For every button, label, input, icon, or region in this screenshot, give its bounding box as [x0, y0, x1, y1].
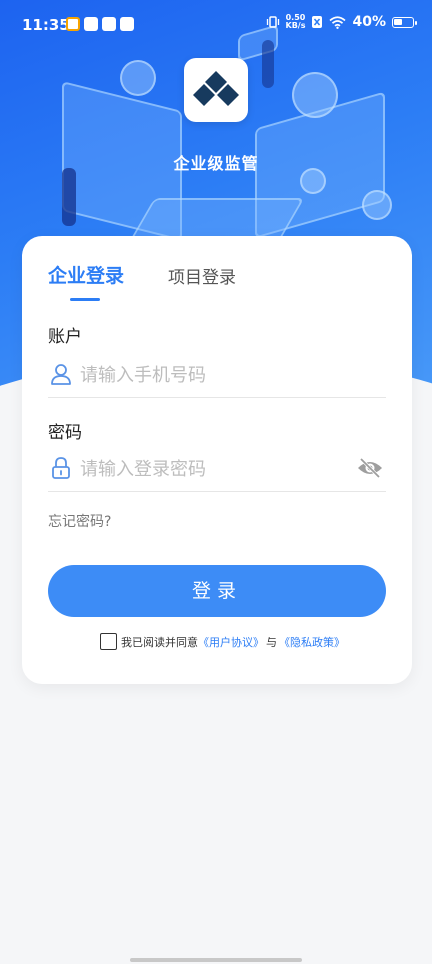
- battery-icon: [392, 16, 417, 28]
- decor-bubble-3: [362, 190, 392, 220]
- weibo-icon: [66, 17, 80, 31]
- decor-bubble-2: [292, 72, 338, 118]
- app-notification-icon: [84, 17, 98, 31]
- no-sim-icon: [312, 16, 323, 28]
- agreement-row: 我已阅读并同意 《用户协议》 与 《隐私政策》: [100, 633, 345, 650]
- mail-icon: [120, 17, 134, 31]
- privacy-policy-link[interactable]: 《隐私政策》: [279, 634, 345, 650]
- active-tab-indicator: [70, 298, 100, 301]
- app-name: 企业级监管: [173, 154, 259, 173]
- battery-level: 40%: [352, 14, 386, 30]
- vibrate-icon: [266, 16, 279, 28]
- lock-icon: [52, 457, 70, 479]
- decor-bubble-1: [120, 60, 156, 96]
- user-agreement-link[interactable]: 《用户协议》: [198, 634, 264, 650]
- camera-app-icon: [102, 17, 116, 31]
- eye-off-icon[interactable]: [356, 456, 384, 480]
- tab-project-login[interactable]: 项目登录: [168, 263, 236, 288]
- status-notification-icons: [66, 17, 134, 31]
- tab-enterprise-login[interactable]: 企业登录: [48, 261, 124, 288]
- login-card: 企业登录 项目登录 账户 密码 忘记密码? 登录 我已阅读并同意 《用户协议: [22, 236, 412, 684]
- status-indicators: 0.50 KB/s 40%: [266, 14, 417, 30]
- net-speed-unit: KB/s: [285, 21, 306, 30]
- forgot-password-link[interactable]: 忘记密码?: [48, 511, 111, 531]
- diamond-logo-icon: [193, 71, 239, 106]
- account-label: 账户: [48, 327, 82, 347]
- password-field: [48, 448, 386, 492]
- password-input[interactable]: [80, 454, 350, 484]
- status-time: 11:35: [22, 16, 70, 34]
- app-logo: [184, 58, 248, 122]
- agreement-prefix: 我已阅读并同意: [121, 635, 198, 649]
- account-field: [48, 354, 386, 398]
- decor-person: [62, 168, 76, 226]
- phone-input[interactable]: [80, 360, 350, 390]
- login-button[interactable]: 登录: [48, 565, 386, 617]
- agreement-checkbox[interactable]: [100, 633, 117, 650]
- wifi-icon: [329, 15, 347, 29]
- net-speed: 0.50 KB/s: [286, 14, 306, 30]
- home-indicator[interactable]: [130, 958, 302, 962]
- agreement-conj: 与: [266, 635, 277, 649]
- status-bar: 11:35 0.50 KB/s 40%: [0, 0, 432, 50]
- password-label: 密码: [48, 423, 82, 443]
- user-icon: [51, 364, 71, 385]
